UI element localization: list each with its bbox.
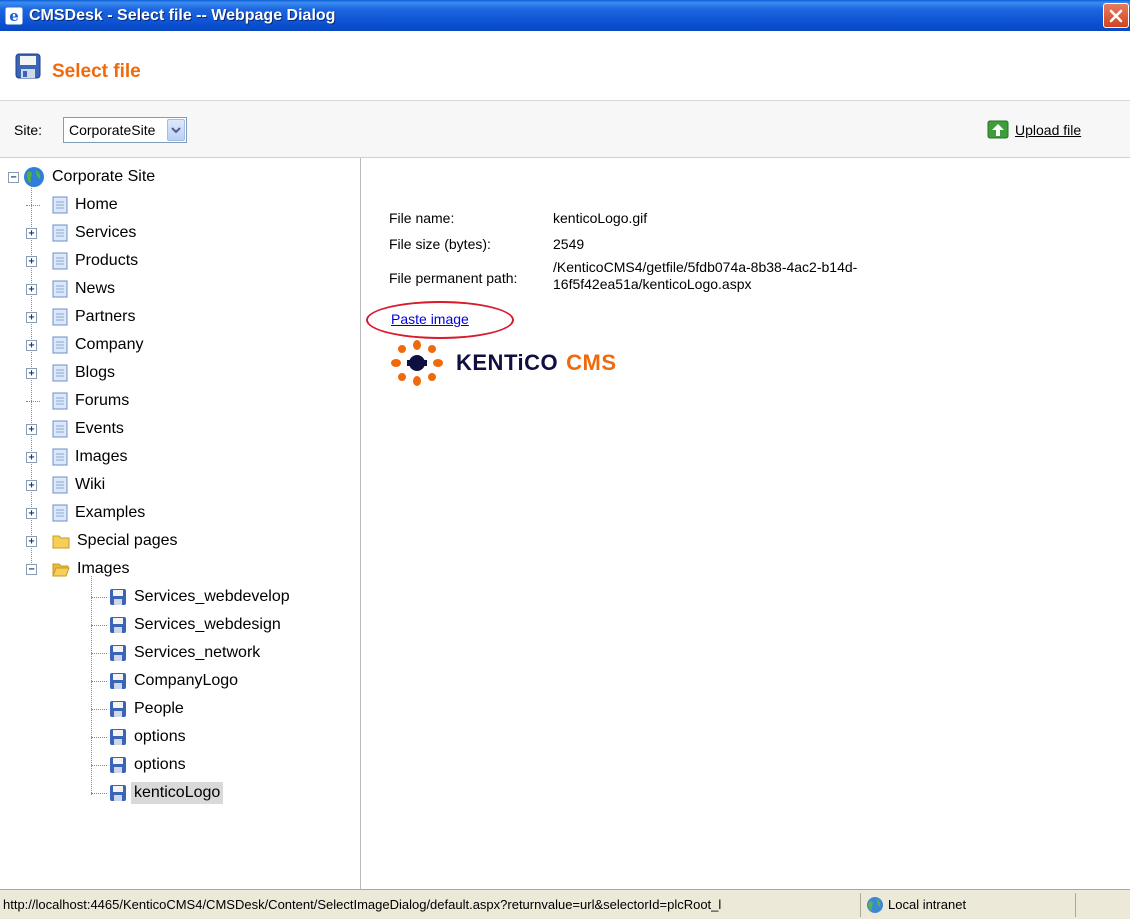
page-title: Select file: [52, 61, 141, 82]
image-preview: KENTiCO CMS: [390, 339, 617, 387]
site-label: Site:: [14, 122, 43, 138]
file-icon: [110, 617, 126, 633]
expand-toggle[interactable]: +: [26, 227, 37, 239]
expand-toggle[interactable]: +: [26, 507, 37, 519]
expand-toggle[interactable]: +: [26, 479, 37, 491]
page-icon: [52, 196, 68, 214]
status-divider: [860, 893, 861, 917]
toolbar: Site: CorporateSite Upload file: [0, 101, 1130, 158]
page-icon: [52, 364, 68, 382]
expand-toggle[interactable]: +: [26, 255, 37, 267]
tree-item-services[interactable]: + Services: [26, 221, 139, 245]
collapse-toggle[interactable]: −: [26, 563, 37, 575]
page-icon: [52, 308, 68, 326]
status-url: http://localhost:4465/KenticoCMS4/CMSDes…: [3, 897, 722, 912]
collapse-toggle[interactable]: −: [8, 171, 19, 183]
security-zone: Local intranet: [888, 897, 967, 912]
tree-item-partners[interactable]: + Partners: [26, 305, 138, 329]
tree-root[interactable]: − Corporate Site: [8, 165, 158, 189]
logo-text-accent: CMS: [566, 350, 617, 375]
svg-text:e: e: [9, 7, 19, 25]
tree-item-images-folder[interactable]: − Images: [26, 557, 132, 581]
file-icon: [110, 645, 126, 661]
folder-open-icon: [52, 563, 70, 577]
expand-toggle[interactable]: +: [26, 311, 37, 323]
file-icon: [110, 729, 126, 745]
page-icon: [52, 392, 68, 410]
page-icon: [52, 476, 68, 494]
content-tree: − Corporate Site Home + Services + Produ…: [0, 158, 361, 889]
site-select[interactable]: CorporateSite: [63, 117, 187, 143]
page-icon: [52, 252, 68, 270]
upload-file-link[interactable]: Upload file: [1015, 122, 1081, 138]
status-bar: http://localhost:4465/KenticoCMS4/CMSDes…: [0, 889, 1130, 919]
intranet-globe-icon: [867, 897, 883, 913]
expand-toggle[interactable]: +: [26, 535, 37, 547]
tree-item-news[interactable]: + News: [26, 277, 118, 301]
file-path-line1: /KenticoCMS4/getfile/5fdb074a-8b38-4ac2-…: [553, 259, 858, 275]
tree-child-file[interactable]: CompanyLogo: [91, 669, 241, 693]
page-icon: [52, 224, 68, 242]
tree-item-company[interactable]: + Company: [26, 333, 146, 357]
tree-item-wiki[interactable]: + Wiki: [26, 473, 108, 497]
page-icon: [52, 448, 68, 466]
page-icon: [52, 336, 68, 354]
expand-toggle[interactable]: +: [26, 367, 37, 379]
tree-root-label: Corporate Site: [52, 168, 156, 185]
tree-item-blogs[interactable]: + Blogs: [26, 361, 118, 385]
tree-item-images[interactable]: + Images: [26, 445, 130, 469]
file-size-value: 2549: [553, 236, 585, 252]
file-details-panel: File name: kenticoLogo.gif File size (by…: [362, 158, 1130, 889]
upload-icon[interactable]: [987, 118, 1009, 140]
chevron-down-icon[interactable]: [167, 119, 185, 141]
tree-item-special-pages[interactable]: + Special pages: [26, 529, 181, 553]
floppy-disk-icon: [15, 53, 41, 79]
close-icon: [1109, 9, 1123, 22]
tree-item-products[interactable]: + Products: [26, 249, 141, 273]
expand-toggle[interactable]: +: [26, 451, 37, 463]
tree-child-file[interactable]: Services_webdesign: [91, 613, 284, 637]
page-icon: [52, 280, 68, 298]
file-name-value: kenticoLogo.gif: [553, 210, 648, 226]
tree-item-events[interactable]: + Events: [26, 417, 127, 441]
file-name-label: File name:: [389, 210, 455, 226]
tree-child-file[interactable]: options: [91, 725, 189, 749]
file-path-line2: 16f5f42ea51a/kenticoLogo.aspx: [553, 276, 752, 292]
internet-explorer-icon: e: [5, 7, 23, 25]
page-header: Select file: [0, 31, 1130, 101]
tree-child-file[interactable]: options: [91, 753, 189, 777]
file-size-label: File size (bytes):: [389, 236, 491, 252]
window-title: CMSDesk - Select file -- Webpage Dialog: [29, 6, 336, 24]
file-icon: [110, 785, 126, 801]
tree-child-file[interactable]: Services_webdevelop: [91, 585, 293, 609]
tree-child-file[interactable]: People: [91, 697, 187, 721]
folder-icon: [52, 535, 70, 549]
expand-toggle[interactable]: +: [26, 423, 37, 435]
page-icon: [52, 420, 68, 438]
window-title-bar: e CMSDesk - Select file -- Webpage Dialo…: [0, 0, 1130, 31]
file-icon: [110, 757, 126, 773]
file-icon: [110, 701, 126, 717]
paste-image-link[interactable]: Paste image: [391, 311, 469, 327]
file-icon: [110, 589, 126, 605]
file-path-label: File permanent path:: [389, 270, 518, 286]
site-select-value: CorporateSite: [69, 122, 156, 138]
tree-item-forums[interactable]: Forums: [26, 389, 132, 413]
close-button[interactable]: [1103, 3, 1129, 28]
tree-child-file[interactable]: Services_network: [91, 641, 263, 665]
logo-text: KENTiCO: [456, 350, 559, 375]
status-divider: [1075, 893, 1076, 917]
globe-icon: [24, 167, 44, 187]
page-icon: [52, 504, 68, 522]
expand-toggle[interactable]: +: [26, 339, 37, 351]
tree-item-home[interactable]: Home: [26, 193, 121, 217]
tree-child-file-selected[interactable]: kenticoLogo: [91, 781, 224, 805]
expand-toggle[interactable]: +: [26, 283, 37, 295]
tree-item-examples[interactable]: + Examples: [26, 501, 148, 525]
file-icon: [110, 673, 126, 689]
kentico-logo-icon: [391, 340, 443, 386]
